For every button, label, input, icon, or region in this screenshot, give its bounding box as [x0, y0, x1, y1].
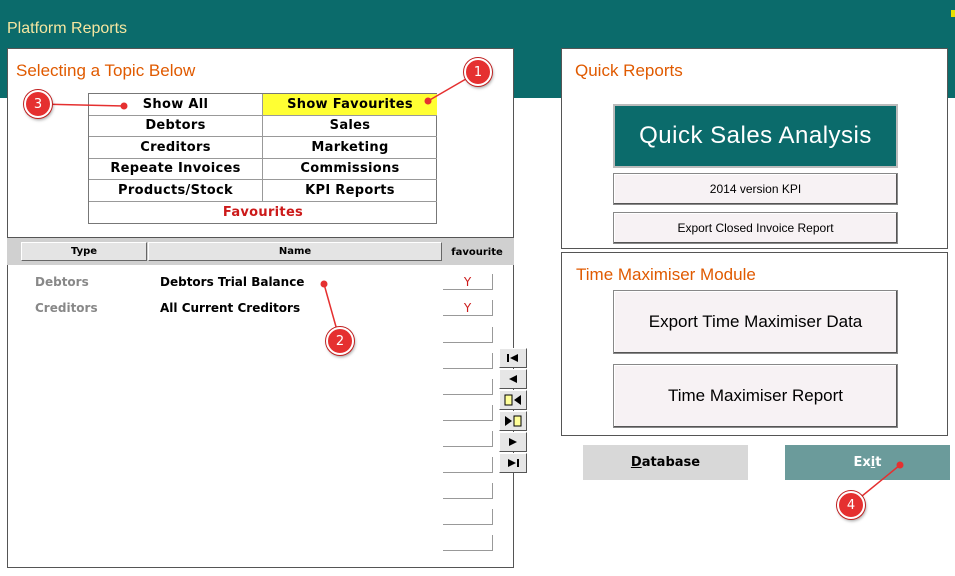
topic-commissions[interactable]: Commissions	[263, 159, 437, 180]
topic-show-all[interactable]: Show All	[89, 94, 263, 116]
topic-debtors[interactable]: Debtors	[89, 115, 263, 137]
topic-products-stock[interactable]: Products/Stock	[89, 180, 263, 202]
quick-sales-analysis-button[interactable]: Quick Sales Analysis	[613, 104, 898, 168]
callout-badge: 1	[464, 58, 492, 86]
time-maximiser-title: Time Maximiser Module	[576, 265, 756, 284]
record-favourite-field[interactable]	[443, 509, 493, 525]
exit-label-end: t	[875, 455, 882, 470]
record-favourite-field[interactable]	[443, 379, 493, 395]
previous-record-button[interactable]	[499, 369, 527, 389]
column-header-name[interactable]: Name	[148, 242, 442, 261]
new-record-after-button[interactable]	[499, 411, 527, 431]
record-favourite-field[interactable]	[443, 405, 493, 421]
previous-record-icon	[509, 375, 517, 383]
export-closed-invoice-button[interactable]: Export Closed Invoice Report	[613, 212, 898, 244]
record-favourite-field[interactable]	[443, 327, 493, 343]
corner-marker	[951, 10, 955, 17]
kpi-2014-button[interactable]: 2014 version KPI	[613, 173, 898, 205]
new-record-before-icon	[504, 394, 521, 406]
topic-grid: Show All Show Favourites Debtors Sales C…	[88, 93, 437, 224]
next-record-icon	[509, 438, 517, 446]
record-favourite-field[interactable]	[443, 483, 493, 499]
quick-reports-title: Quick Reports	[575, 61, 683, 80]
new-record-after-icon	[505, 415, 522, 427]
record-name[interactable]: All Current Creditors	[160, 301, 300, 315]
record-favourite-field[interactable]: Y	[443, 300, 493, 316]
topic-sales[interactable]: Sales	[263, 116, 437, 137]
callout-badge: 2	[326, 327, 354, 355]
callout-badge: 3	[24, 90, 52, 118]
new-record-before-button[interactable]	[499, 390, 527, 410]
record-favourite-field[interactable]	[443, 457, 493, 473]
report-list-header: Type Name favourite	[7, 238, 514, 265]
topic-favourites[interactable]: Favourites	[89, 202, 437, 224]
database-label: atabase	[641, 455, 701, 470]
app-title: Platform Reports	[7, 20, 128, 37]
database-accesskey: D	[630, 455, 642, 470]
topic-panel-title: Selecting a Topic Below	[16, 61, 196, 80]
topic-repeate-invoices[interactable]: Repeate Invoices	[89, 158, 263, 180]
record-favourite-field[interactable]: Y	[443, 274, 493, 290]
record-favourite-field[interactable]	[443, 431, 493, 447]
last-record-icon	[508, 459, 519, 467]
first-record-icon	[507, 354, 518, 362]
time-maximiser-report-button[interactable]: Time Maximiser Report	[613, 364, 898, 428]
export-time-maximiser-button[interactable]: Export Time Maximiser Data	[613, 290, 898, 354]
exit-button[interactable]: Ex i t	[785, 445, 950, 480]
last-record-button[interactable]	[499, 453, 527, 473]
column-header-type[interactable]: Type	[21, 242, 147, 261]
record-favourite-field[interactable]	[443, 535, 493, 551]
topic-show-favourites[interactable]: Show Favourites	[263, 94, 437, 116]
next-record-button[interactable]	[499, 432, 527, 452]
record-name[interactable]: Debtors Trial Balance	[160, 275, 304, 289]
record-type: Creditors	[35, 301, 98, 315]
record-favourite-field[interactable]	[443, 353, 493, 369]
database-button[interactable]: Database	[583, 445, 748, 480]
exit-label-start: Ex	[853, 455, 871, 470]
topic-kpi-reports[interactable]: KPI Reports	[263, 180, 437, 202]
topic-creditors[interactable]: Creditors	[89, 137, 263, 159]
record-type: Debtors	[35, 275, 89, 289]
first-record-button[interactable]	[499, 348, 527, 368]
topic-marketing[interactable]: Marketing	[263, 137, 437, 159]
column-header-favourite: favourite	[451, 247, 503, 258]
callout-badge: 4	[837, 491, 865, 519]
